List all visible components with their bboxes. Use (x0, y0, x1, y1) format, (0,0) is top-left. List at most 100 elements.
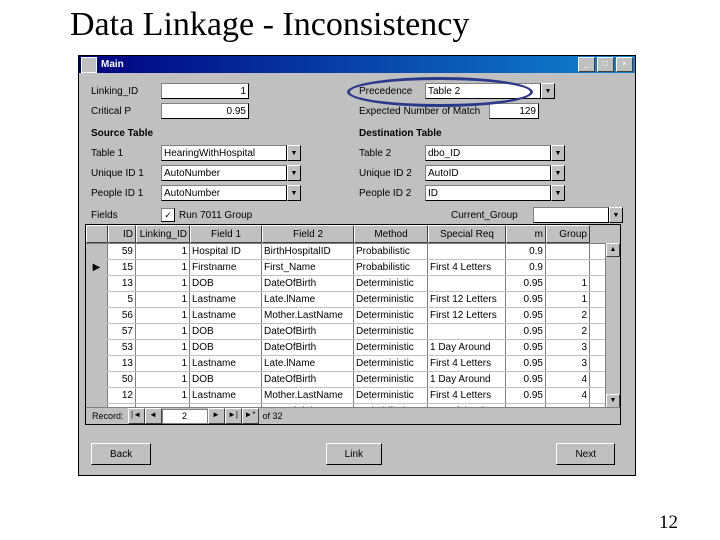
minimize-button[interactable]: _ (578, 57, 595, 72)
nav-first-button[interactable]: |◄ (128, 408, 145, 424)
table1-combo[interactable]: HearingWithHospital (161, 145, 301, 161)
grid-cell[interactable]: 3 (546, 356, 590, 371)
grid-cell[interactable]: 4 (546, 388, 590, 403)
grid-cell[interactable]: DateOfBirth (262, 276, 354, 291)
table-row[interactable]: 131LastnameLate.lNameDeterministicFirst … (86, 356, 620, 372)
grid-cell[interactable]: 59 (108, 244, 136, 259)
grid-cell[interactable]: 15 (108, 260, 136, 275)
grid-header-cell[interactable]: Group (546, 225, 590, 243)
grid-cell[interactable]: 0.95 (506, 388, 546, 403)
grid-cell[interactable]: Deterministic (354, 324, 428, 339)
row-selector[interactable] (86, 340, 108, 355)
grid-header-cell[interactable]: Field 2 (262, 225, 354, 243)
chevron-down-icon[interactable] (609, 207, 623, 223)
grid-cell[interactable]: 0.9 (506, 260, 546, 275)
grid-cell[interactable]: Deterministic (354, 276, 428, 291)
grid-cell[interactable]: Lastname (190, 292, 262, 307)
data-grid[interactable]: IDLinking_IDField 1Field 2MethodSpecial … (85, 224, 621, 425)
row-selector[interactable] (86, 324, 108, 339)
grid-cell[interactable]: BirthHospitalID (262, 244, 354, 259)
grid-header-cell[interactable]: ID (108, 225, 136, 243)
grid-header-cell[interactable]: m (506, 225, 546, 243)
scroll-up-icon[interactable]: ▲ (606, 243, 620, 257)
grid-cell[interactable]: Late.lName (262, 292, 354, 307)
grid-cell[interactable]: 2 (546, 324, 590, 339)
grid-cell[interactable]: 2 (546, 308, 590, 323)
grid-cell[interactable]: 57 (108, 324, 136, 339)
grid-cell[interactable]: DateOfBirth (262, 324, 354, 339)
grid-cell[interactable]: 0.95 (506, 292, 546, 307)
grid-header-cell[interactable] (86, 225, 108, 243)
record-number-field[interactable]: 2 (162, 409, 208, 424)
grid-cell[interactable]: First 4 Letters (428, 260, 506, 275)
grid-cell[interactable] (428, 244, 506, 259)
grid-cell[interactable] (546, 244, 590, 259)
grid-cell[interactable]: 1 (136, 292, 190, 307)
grid-cell[interactable]: Probabilistic (354, 260, 428, 275)
row-selector[interactable] (86, 276, 108, 291)
grid-cell[interactable]: DOB (190, 324, 262, 339)
chevron-down-icon[interactable] (287, 185, 301, 201)
grid-cell[interactable]: 1 (136, 372, 190, 387)
scroll-down-icon[interactable]: ▼ (606, 394, 620, 408)
grid-cell[interactable]: Deterministic (354, 340, 428, 355)
table2-combo[interactable]: dbo_ID (425, 145, 565, 161)
expected-field[interactable]: 129 (489, 103, 539, 119)
grid-cell[interactable] (428, 276, 506, 291)
next-button[interactable]: Next (556, 443, 615, 465)
table-row[interactable]: 501DOBDateOfBirthDeterministic1 Day Arou… (86, 372, 620, 388)
precedence-combo[interactable]: Table 2 (425, 83, 555, 99)
grid-cell[interactable]: DOB (190, 372, 262, 387)
close-button[interactable]: × (616, 57, 633, 72)
grid-cell[interactable]: 0.95 (506, 276, 546, 291)
row-selector[interactable] (86, 308, 108, 323)
table-row[interactable]: 121LastnameMother.LastNameDeterministicF… (86, 388, 620, 404)
grid-cell[interactable]: 13 (108, 276, 136, 291)
grid-cell[interactable]: 1 (546, 292, 590, 307)
pid2-combo[interactable]: ID (425, 185, 565, 201)
maximize-button[interactable]: □ (597, 57, 614, 72)
uid2-combo[interactable]: AutoID (425, 165, 565, 181)
uid1-combo[interactable]: AutoNumber (161, 165, 301, 181)
chevron-down-icon[interactable] (551, 165, 565, 181)
grid-cell[interactable]: 1 (546, 276, 590, 291)
grid-cell[interactable]: 0.95 (506, 308, 546, 323)
grid-cell[interactable]: First 4 Letters (428, 388, 506, 403)
grid-cell[interactable]: 0.9 (506, 244, 546, 259)
grid-cell[interactable]: 0.95 (506, 372, 546, 387)
grid-cell[interactable]: Hospital ID (190, 244, 262, 259)
grid-cell[interactable]: Deterministic (354, 356, 428, 371)
grid-cell[interactable]: 1 (136, 356, 190, 371)
grid-cell[interactable] (546, 260, 590, 275)
run-group-checkbox[interactable]: ✓ (161, 208, 175, 222)
chevron-down-icon[interactable] (287, 165, 301, 181)
grid-cell[interactable]: 3 (546, 340, 590, 355)
grid-cell[interactable]: Deterministic (354, 308, 428, 323)
grid-cell[interactable]: 1 (136, 308, 190, 323)
grid-cell[interactable]: 53 (108, 340, 136, 355)
grid-cell[interactable]: Probabilistic (354, 244, 428, 259)
table-row[interactable]: 571DOBDateOfBirthDeterministic0.952 (86, 324, 620, 340)
grid-cell[interactable]: 0.95 (506, 356, 546, 371)
grid-cell[interactable]: First 4 Letters (428, 356, 506, 371)
grid-cell[interactable]: Deterministic (354, 388, 428, 403)
grid-cell[interactable]: 5 (108, 292, 136, 307)
chevron-down-icon[interactable] (551, 185, 565, 201)
row-selector[interactable] (86, 388, 108, 403)
nav-prev-button[interactable]: ◄ (145, 408, 162, 424)
critical-p-field[interactable]: 0.95 (161, 103, 249, 119)
linking-id-field[interactable]: 1 (161, 83, 249, 99)
table-row[interactable]: 591Hospital IDBirthHospitalIDProbabilist… (86, 244, 620, 260)
table-row[interactable]: 561LastnameMother.LastNameDeterministicF… (86, 308, 620, 324)
grid-cell[interactable]: Late.lName (262, 356, 354, 371)
row-selector[interactable] (86, 292, 108, 307)
grid-cell[interactable]: 1 Day Around (428, 372, 506, 387)
grid-cell[interactable]: Lastname (190, 308, 262, 323)
grid-header-cell[interactable]: Linking_ID (136, 225, 190, 243)
row-selector[interactable] (86, 244, 108, 259)
pid1-combo[interactable]: AutoNumber (161, 185, 301, 201)
grid-cell[interactable]: First_Name (262, 260, 354, 275)
row-selector[interactable]: ▶ (86, 260, 108, 275)
table-row[interactable]: 531DOBDateOfBirthDeterministic1 Day Arou… (86, 340, 620, 356)
grid-cell[interactable]: 56 (108, 308, 136, 323)
